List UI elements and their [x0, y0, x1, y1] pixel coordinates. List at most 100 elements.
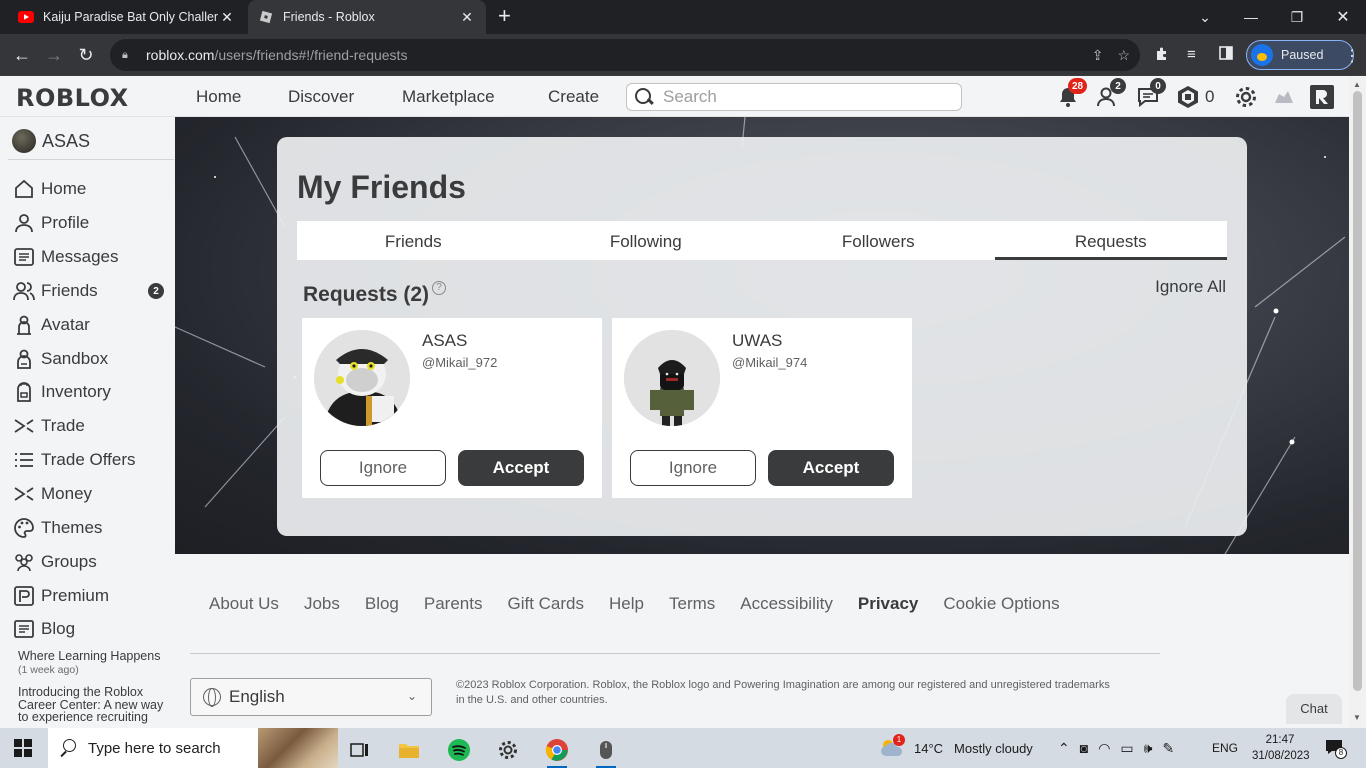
- windows-start-icon[interactable]: [14, 739, 32, 757]
- back-button[interactable]: ←: [9, 42, 35, 68]
- blog-icon: [12, 617, 36, 641]
- sidebar-item-groups[interactable]: Groups: [12, 548, 172, 576]
- scroll-down-arrow-icon[interactable]: ▼: [1353, 713, 1361, 722]
- sidebar-item-label: Profile: [41, 213, 90, 232]
- footer-link-blog[interactable]: Blog: [365, 594, 399, 614]
- close-tab-icon[interactable]: ✕: [458, 9, 476, 26]
- minimize-button[interactable]: —: [1228, 0, 1274, 34]
- chat-button[interactable]: Chat: [1286, 694, 1342, 724]
- bookmark-star-icon[interactable]: ☆: [1117, 47, 1130, 64]
- page-scrollbar[interactable]: ▲ ▼: [1349, 77, 1366, 728]
- sidebar-item-home[interactable]: Home: [12, 175, 172, 203]
- tab-following[interactable]: Following: [530, 221, 763, 260]
- address-bar[interactable]: 🔒︎ roblox.com/users/friends#!/friend-req…: [110, 39, 1140, 71]
- nav-create[interactable]: Create: [548, 87, 599, 107]
- language-select[interactable]: English ⌄: [190, 678, 432, 716]
- nav-marketplace[interactable]: Marketplace: [402, 87, 495, 107]
- sidebar-user[interactable]: ASAS: [12, 129, 90, 153]
- accept-button[interactable]: Accept: [768, 450, 894, 486]
- mouse-app-icon[interactable]: [588, 732, 624, 768]
- reload-button[interactable]: ↻: [73, 42, 99, 68]
- weather-widget[interactable]: 1 14°C Mostly cloudy: [878, 728, 1033, 768]
- roblox-logo[interactable]: ROBLOX: [16, 84, 129, 112]
- request-display-name[interactable]: ASAS: [422, 331, 467, 351]
- taskbar-clock[interactable]: 21:47 31/08/2023: [1252, 732, 1310, 764]
- nav-discover[interactable]: Discover: [288, 87, 354, 107]
- friends-header-icon[interactable]: 2: [1094, 78, 1126, 111]
- blog-post-link[interactable]: Introducing the Roblox Career Center: A …: [18, 686, 168, 728]
- battery-icon[interactable]: ▭: [1120, 740, 1133, 757]
- side-panel-icon[interactable]: [1219, 46, 1233, 64]
- rolimons-extension-icon[interactable]: [1308, 83, 1336, 111]
- tab-search-chevron-icon[interactable]: ⌄: [1182, 0, 1228, 34]
- ignore-button[interactable]: Ignore: [320, 450, 446, 486]
- profile-paused-button[interactable]: Paused: [1246, 40, 1354, 70]
- accept-button[interactable]: Accept: [458, 450, 584, 486]
- media-control-icon[interactable]: ≡: [1187, 46, 1196, 63]
- volume-icon[interactable]: 🕪︎: [1144, 740, 1153, 757]
- tab-requests[interactable]: Requests: [994, 221, 1227, 260]
- sidebar-item-premium[interactable]: Premium: [12, 582, 172, 610]
- settings-gear-icon[interactable]: [1232, 83, 1260, 111]
- ignore-button[interactable]: Ignore: [630, 450, 756, 486]
- browser-tab-roblox[interactable]: Friends - Roblox ✕: [248, 0, 486, 34]
- request-avatar[interactable]: [314, 330, 410, 426]
- footer-link-cookie-options[interactable]: Cookie Options: [943, 594, 1059, 614]
- sidebar-item-avatar[interactable]: Avatar: [12, 311, 172, 339]
- footer-link-accessibility[interactable]: Accessibility: [740, 594, 833, 614]
- new-tab-button[interactable]: +: [498, 5, 511, 27]
- scroll-up-arrow-icon[interactable]: ▲: [1353, 80, 1361, 89]
- chrome-menu-icon[interactable]: ⋮: [1344, 46, 1360, 66]
- footer-link-help[interactable]: Help: [609, 594, 644, 614]
- task-view-icon[interactable]: [342, 732, 378, 768]
- footer-link-jobs[interactable]: Jobs: [304, 594, 340, 614]
- nav-home[interactable]: Home: [196, 87, 241, 107]
- sidebar-item-trade[interactable]: Trade: [12, 412, 172, 440]
- show-hidden-icons-chevron-icon[interactable]: ⌃: [1058, 740, 1070, 757]
- meet-now-icon[interactable]: ◙: [1080, 740, 1088, 756]
- file-explorer-icon[interactable]: [391, 732, 427, 768]
- notifications-bell-icon[interactable]: 28: [1054, 78, 1088, 111]
- taskbar-search[interactable]: Type here to search: [48, 728, 338, 768]
- sidebar-item-profile[interactable]: Profile: [12, 209, 172, 237]
- footer-link-privacy[interactable]: Privacy: [858, 594, 919, 614]
- extension-cloud-icon[interactable]: [1270, 83, 1298, 111]
- chrome-icon[interactable]: [539, 732, 575, 768]
- close-window-button[interactable]: ✕: [1320, 0, 1366, 34]
- forward-button[interactable]: →: [41, 42, 67, 68]
- tab-friends[interactable]: Friends: [297, 221, 530, 260]
- sidebar-item-friends[interactable]: Friends 2: [12, 277, 172, 305]
- help-question-icon[interactable]: ?: [432, 281, 447, 295]
- messages-header-icon[interactable]: 0: [1134, 78, 1166, 111]
- settings-gear-icon[interactable]: [490, 732, 526, 768]
- sidebar-item-blog[interactable]: Blog: [12, 615, 172, 643]
- ignore-all-button[interactable]: Ignore All: [1155, 277, 1226, 297]
- browser-tab-youtube[interactable]: Kaiju Paradise Bat Only Challenge ✕: [8, 0, 246, 34]
- sidebar-item-inventory[interactable]: Inventory: [12, 378, 172, 406]
- sidebar-item-trade-offers[interactable]: Trade Offers: [12, 446, 172, 474]
- request-avatar[interactable]: [624, 330, 720, 426]
- sidebar-item-sandbox[interactable]: Sandbox: [12, 345, 172, 373]
- sidebar-item-themes[interactable]: Themes: [12, 514, 172, 542]
- scrollbar-thumb[interactable]: [1353, 91, 1362, 691]
- request-display-name[interactable]: UWAS: [732, 331, 782, 351]
- share-icon[interactable]: ⇪: [1092, 47, 1104, 64]
- sidebar-item-messages[interactable]: Messages: [12, 243, 172, 271]
- extensions-puzzle-icon[interactable]: [1154, 46, 1170, 66]
- close-tab-icon[interactable]: ✕: [218, 9, 236, 26]
- network-icon[interactable]: ◠: [1098, 740, 1110, 757]
- pen-icon[interactable]: ✎: [1162, 740, 1174, 757]
- footer-link-parents[interactable]: Parents: [424, 594, 483, 614]
- notification-center-icon[interactable]: 8: [1324, 728, 1347, 768]
- tab-followers[interactable]: Followers: [762, 221, 995, 260]
- restore-button[interactable]: ❐: [1274, 0, 1320, 34]
- sidebar-item-money[interactable]: Money: [12, 480, 172, 508]
- blog-post-link[interactable]: Where Learning Happens (1 week ago): [18, 650, 168, 676]
- footer-link-gift-cards[interactable]: Gift Cards: [507, 594, 584, 614]
- input-language[interactable]: ENG: [1212, 728, 1238, 768]
- search-input[interactable]: [663, 87, 943, 107]
- footer-link-about[interactable]: About Us: [209, 594, 279, 614]
- robux-icon[interactable]: [1174, 83, 1202, 111]
- spotify-icon[interactable]: [441, 732, 477, 768]
- footer-link-terms[interactable]: Terms: [669, 594, 715, 614]
